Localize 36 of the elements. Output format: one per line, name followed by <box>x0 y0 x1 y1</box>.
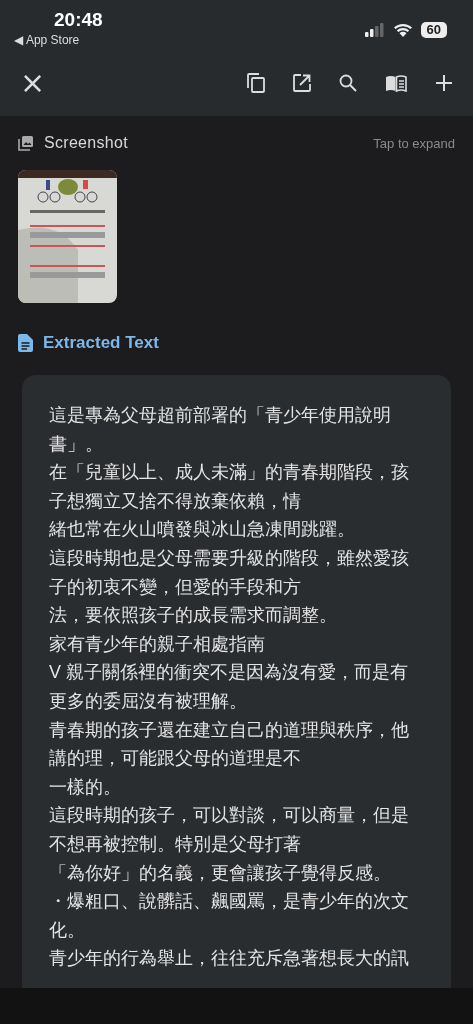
text-line: 化。 <box>49 918 86 942</box>
text-line: 青少年的行為舉止，往往充斥急著想長大的訊 <box>49 947 410 971</box>
image-icon <box>18 135 34 151</box>
add-icon[interactable] <box>435 74 453 92</box>
battery-level: 60 <box>420 22 447 38</box>
share-icon[interactable] <box>293 74 311 92</box>
text-line: 緒也常在火山噴發與冰山急凍間跳躍。 <box>49 518 356 542</box>
text-line: 在「兒童以上、成人未滿」的青春期階段，孩 <box>49 461 410 485</box>
status-time: 20:48 <box>54 8 103 32</box>
section-title: Extracted Text <box>43 333 159 353</box>
text-line: 子想獨立又捨不得放棄依賴，情 <box>49 489 302 513</box>
section-title: Screenshot <box>44 134 128 152</box>
text-line: 這是專為父母超前部署的「青少年使用說明 <box>49 404 392 427</box>
text-line: 這段時期也是父母需要升級的階段，雖然愛孩 <box>49 546 410 570</box>
book-icon[interactable] <box>385 74 407 92</box>
text-line: 書」。 <box>49 432 104 456</box>
text-line: 更多的委屈沒有被理解。 <box>49 689 248 713</box>
search-icon[interactable] <box>339 74 357 92</box>
text-line: 「為你好」的名義，更會讓孩子覺得反感。 <box>49 861 392 885</box>
text-line: 家有青少年的親子相處指南 <box>49 632 266 656</box>
text-line: V 親子關係裡的衝突不是因為沒有愛，而是有 <box>49 661 409 685</box>
text-line: 一樣的。 <box>49 775 122 799</box>
text-line: 青春期的孩子還在建立自己的道理與秩序，他 <box>49 718 410 742</box>
signal-icon <box>364 23 385 37</box>
expand-link[interactable]: Tap to expand <box>373 135 455 151</box>
back-to-app-link[interactable]: ◀ App Store <box>14 32 80 48</box>
text-line: ・爆粗口、說髒話、飆國罵，是青少年的次文 <box>49 890 410 914</box>
text-line: 子的初衷不變，但愛的手段和方 <box>49 575 302 599</box>
text-line: 法，要依照孩子的成長需求而調整。 <box>49 604 338 628</box>
text-line: 這段時期的孩子，可以對談，可以商量，但是 <box>49 804 410 828</box>
close-button[interactable]: × <box>20 68 42 98</box>
wifi-icon <box>392 23 413 37</box>
copy-icon[interactable] <box>247 73 265 93</box>
text-line: 不想再被控制。特別是父母打著 <box>49 832 302 856</box>
document-icon <box>18 334 33 352</box>
text-line: 講的理，可能跟父母的道理是不 <box>49 747 302 771</box>
